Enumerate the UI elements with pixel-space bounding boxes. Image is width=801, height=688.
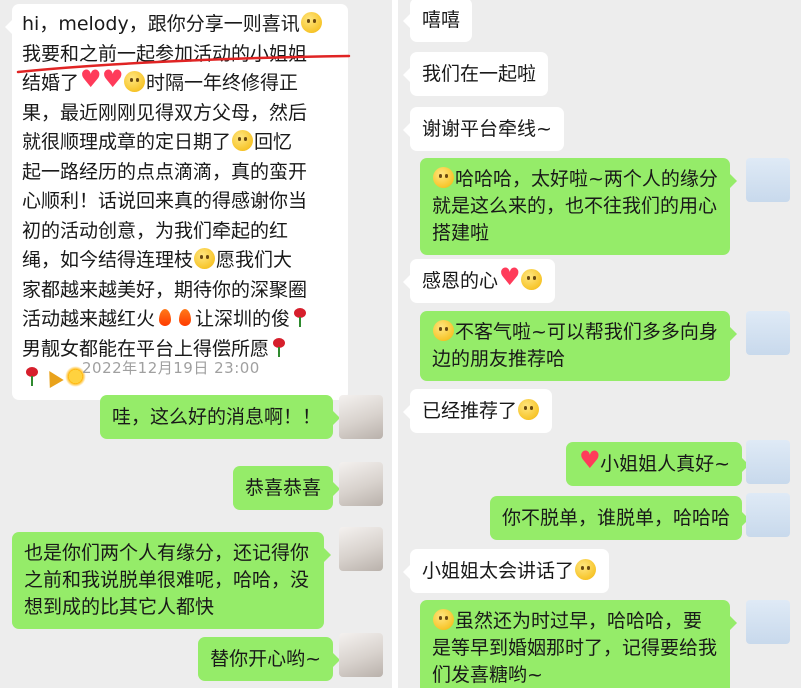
chat-panel-right: 嘻嘻 我们在一起啦 谢谢平台牵线~ 哈哈哈，太好啦~两个人的缘分就是这么来的，也… — [398, 0, 801, 688]
message-bubble-outgoing[interactable]: 替你开心哟~ — [198, 637, 340, 681]
avatar-woman[interactable] — [339, 395, 383, 439]
message-bubble-outgoing[interactable]: 恭喜恭喜 — [232, 466, 341, 510]
avatar-girl[interactable] — [746, 600, 790, 644]
message-bubble-outgoing[interactable]: 也是你们两个人有缘分，还记得你之前和我说脱单很难呢，哈哈，没想到成的比其它人都快 — [12, 532, 331, 629]
avatar-girl[interactable] — [746, 311, 790, 355]
fire-emoji — [176, 307, 194, 328]
message-bubble-incoming[interactable]: 感恩的心 — [402, 259, 556, 303]
avatar-girl[interactable] — [746, 440, 790, 484]
avatar-girl[interactable] — [746, 493, 790, 537]
avatar-girl[interactable] — [746, 158, 790, 202]
message-bubble-outgoing[interactable]: 不客气啦~可以帮我们多多向身边的朋友推荐哈 — [420, 311, 737, 381]
chat-panel-left: hi，melody，跟你分享一则喜讯 我要和之前一起参加活动的小姐姐 结婚了时隔… — [0, 0, 392, 688]
message-line: 家都越来越美好，期待你的深聚圈 — [22, 278, 308, 301]
message-bubble-outgoing[interactable]: 虽然还为时过早，哈哈哈，要是等早到婚姻那时了，记得要给我们发喜糖哟~ — [420, 600, 737, 688]
message-bubble-incoming[interactable]: 谢谢平台牵线~ — [403, 107, 564, 151]
message-line: hi，melody，跟你分享一则喜讯 — [22, 10, 338, 40]
party-emoji — [43, 366, 63, 387]
message-bubble-incoming[interactable]: 小姐姐太会讲话了 — [402, 549, 610, 593]
avatar-woman[interactable] — [339, 633, 383, 677]
message-bubble-outgoing[interactable]: 哇，这么好的消息啊！！ — [99, 395, 341, 439]
message-bubble-incoming[interactable]: 已经推荐了 — [402, 389, 553, 433]
fire-emoji — [156, 307, 174, 328]
message-line: 绳，如今结得连理枝 愿我们大 — [22, 248, 293, 271]
smile-emoji — [575, 559, 597, 580]
smile-emoji — [433, 167, 454, 188]
message-bubble-incoming[interactable]: 嘻嘻 — [402, 0, 473, 42]
message-bubble-outgoing[interactable]: 哈哈哈，太好啦~两个人的缘分就是这么来的，也不往我们的用心搭建啦 — [420, 158, 737, 255]
message-line: 果，最近刚刚见得双方父母，然后 — [22, 101, 308, 124]
avatar-woman[interactable] — [339, 462, 383, 506]
avatar-woman[interactable] — [339, 527, 383, 571]
message-line: 起一路经历的点点滴滴，真的蛮开 — [22, 160, 308, 183]
smile-emoji — [194, 248, 216, 269]
rose-emoji — [23, 366, 41, 387]
rose-emoji — [291, 307, 309, 328]
message-bubble-incoming[interactable]: 我们在一起啦 — [402, 52, 549, 96]
grin-emoji — [300, 12, 322, 33]
heart-emoji — [579, 446, 601, 474]
wink-emoji — [518, 399, 540, 420]
smile-emoji — [433, 320, 454, 341]
message-line: 活动越来越红火 让深圳的俊 — [22, 305, 338, 335]
smile-emoji — [521, 269, 543, 290]
heart-emoji — [499, 263, 521, 291]
message-line: 心顺利！话说回来真的得感谢你当 — [22, 190, 308, 212]
message-line: 初的活动创意，为我们牵起的红 — [22, 219, 289, 242]
grin-emoji — [232, 130, 254, 151]
smile-emoji — [433, 609, 454, 630]
rose-emoji — [270, 337, 288, 358]
message-line: 就很顺理成章的定日期了 回忆 — [22, 130, 293, 153]
message-bubble-outgoing[interactable]: 小姐姐人真好~ — [566, 442, 749, 486]
chat-timestamp: 2022年12月19日 23:00 — [82, 359, 260, 377]
message-bubble-outgoing[interactable]: 你不脱单，谁脱单，哈哈哈 — [489, 496, 750, 540]
red-annotation-underline — [16, 54, 351, 74]
